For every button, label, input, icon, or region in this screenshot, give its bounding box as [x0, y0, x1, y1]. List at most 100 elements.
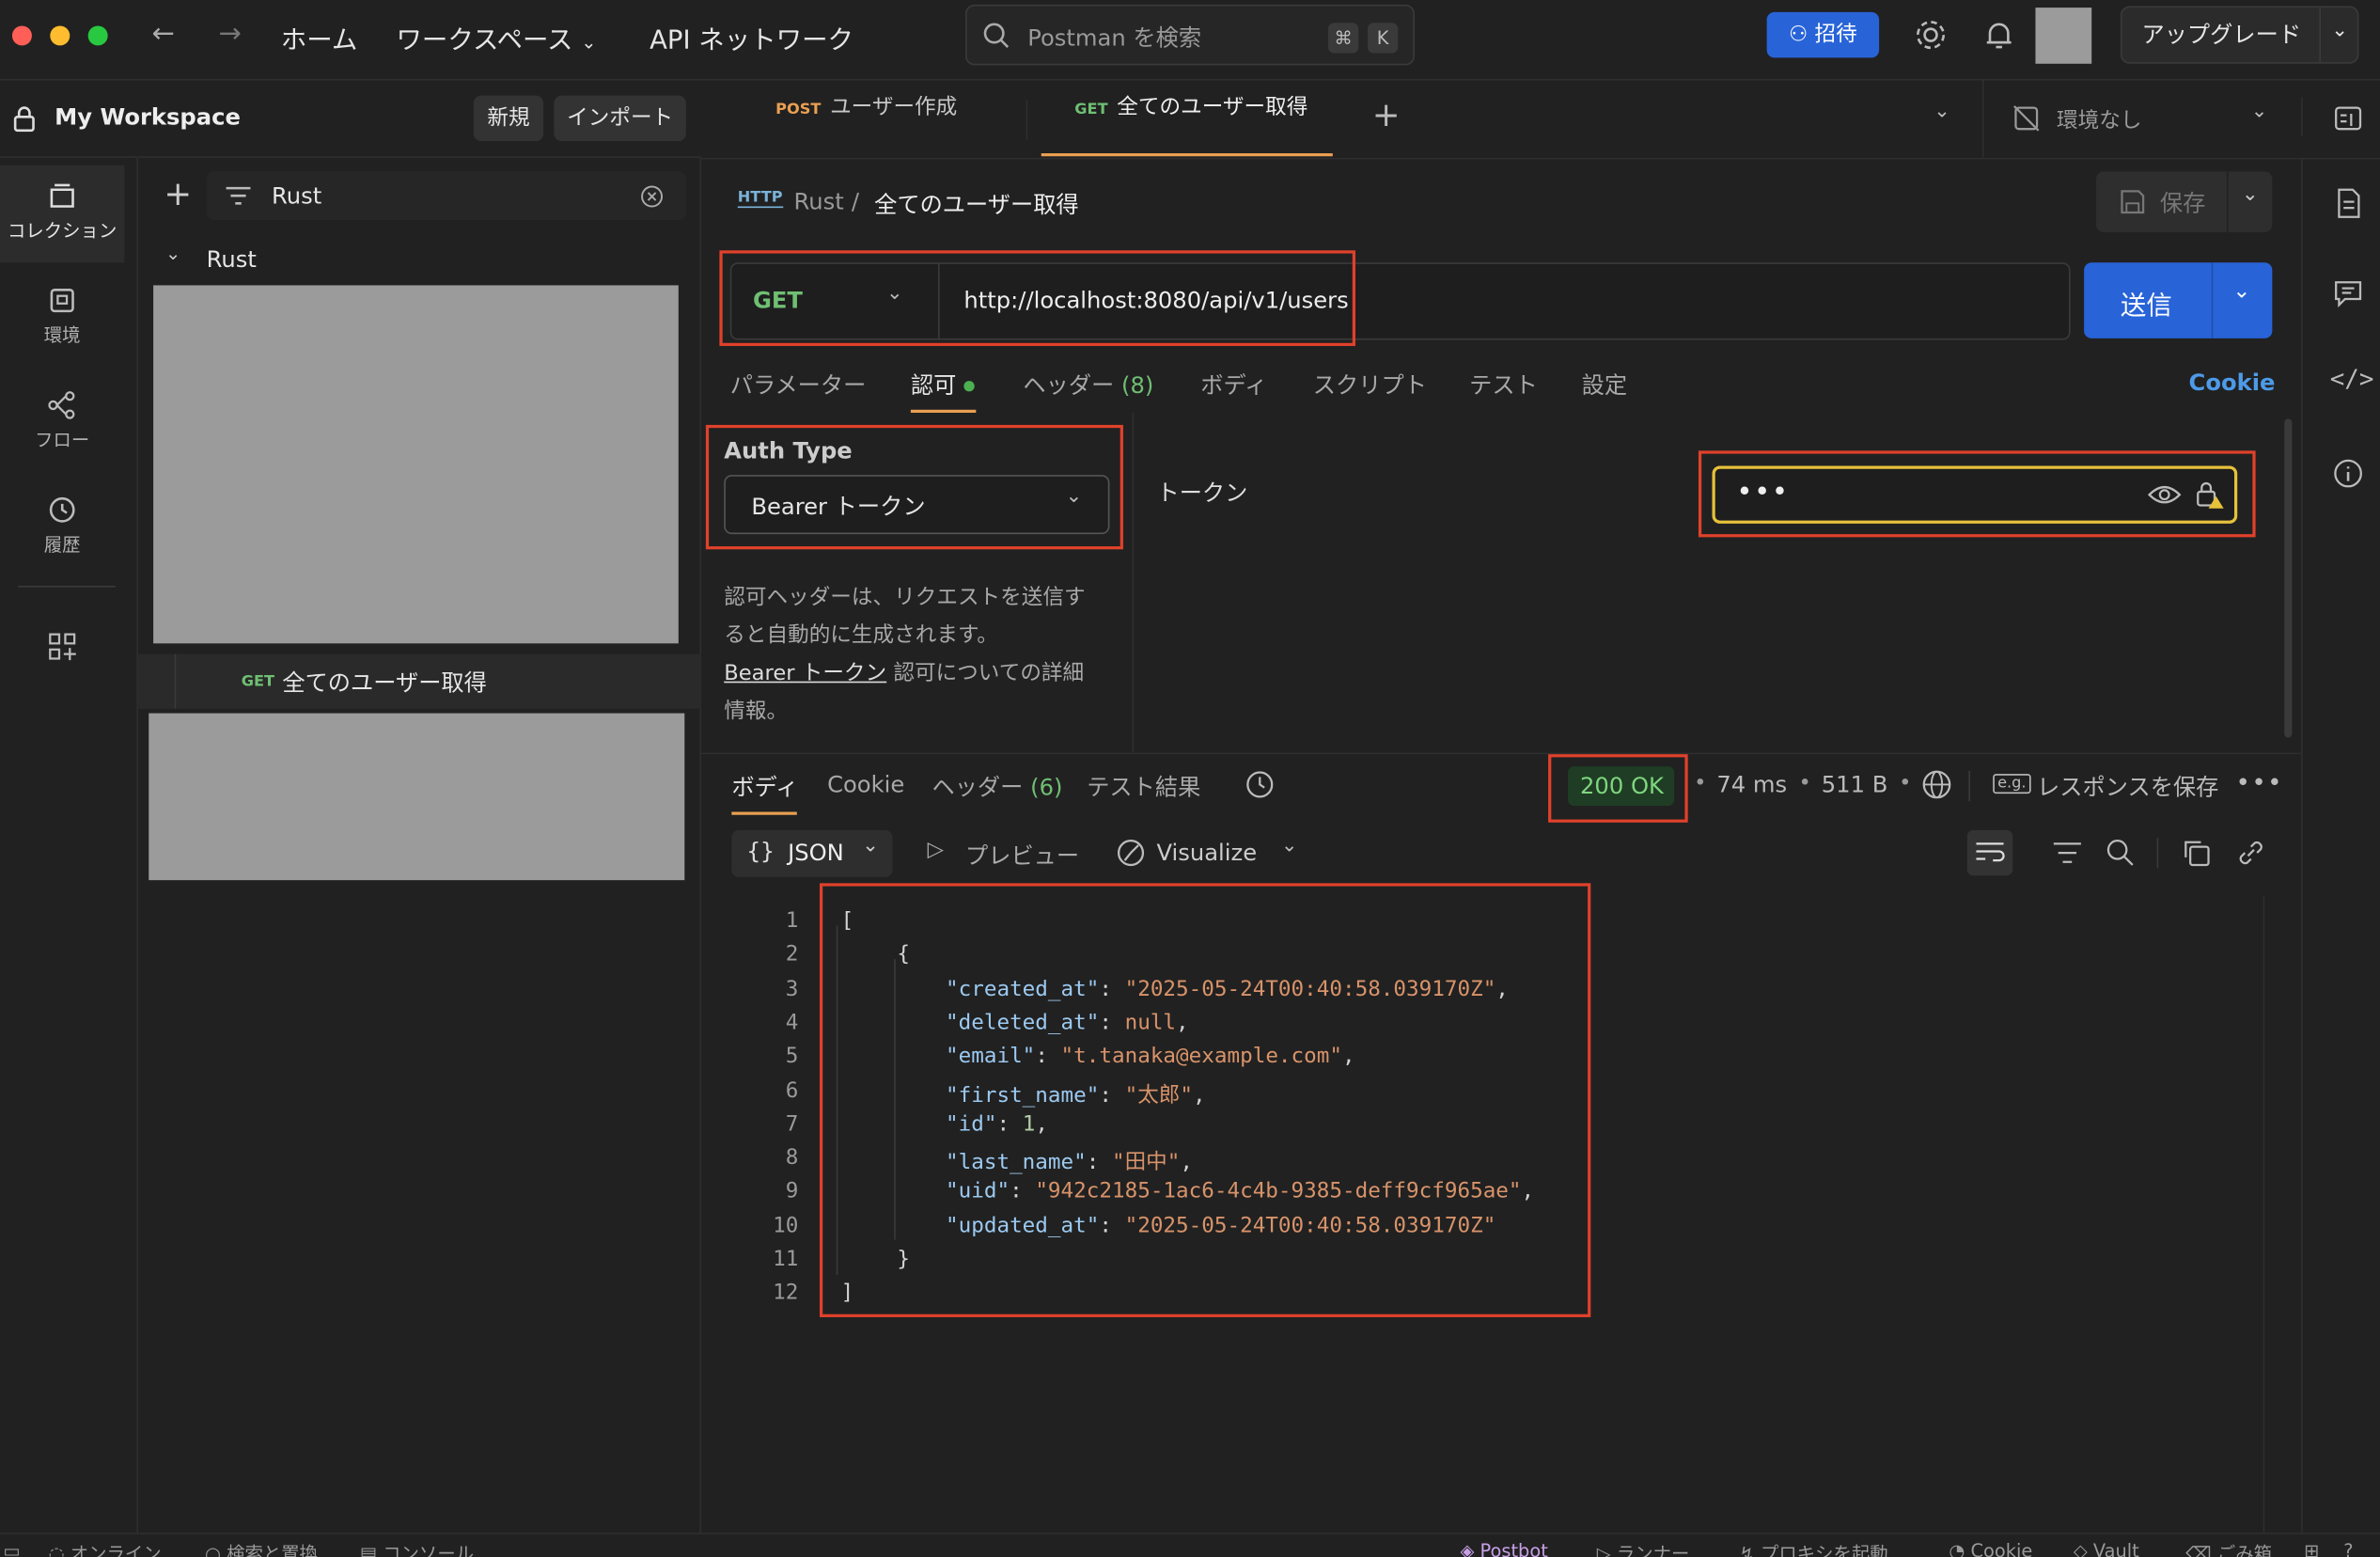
save-icon	[2121, 190, 2145, 214]
response-history-icon[interactable]	[1245, 769, 1275, 799]
format-selector[interactable]: {} JSON ⌄	[731, 829, 893, 877]
status-cookies[interactable]: ◔ Cookie	[1949, 1540, 2032, 1557]
auth-type-select[interactable]: Bearer トークン ⌄	[724, 475, 1110, 535]
globe-icon[interactable]	[1921, 769, 1951, 799]
tab-params[interactable]: パラメーター	[730, 369, 867, 401]
bearer-token-help-link[interactable]: Bearer トークン	[724, 662, 886, 686]
import-button[interactable]: インポート	[554, 95, 686, 142]
chevron-down-icon[interactable]: ⌄	[886, 282, 903, 305]
settings-gear-icon[interactable]	[1914, 18, 1948, 52]
send-button[interactable]: 送信 ⌄	[2084, 262, 2273, 338]
status-proxy[interactable]: ↯ プロキシを起動	[1740, 1540, 1888, 1557]
code-line: "last_name": "田中",	[946, 1146, 1193, 1176]
vault-warning-lock-icon[interactable]	[2195, 480, 2225, 510]
token-label: トークン	[1156, 480, 1248, 508]
chevron-down-icon[interactable]: ⌄	[165, 243, 180, 264]
http-protocol-icon: HTTP	[737, 189, 783, 209]
sidebar-request-item[interactable]: GET 全てのユーザー取得	[137, 653, 702, 709]
save-button[interactable]: 保存 ⌄	[2096, 171, 2273, 232]
collection-name[interactable]: Rust	[207, 245, 257, 273]
status-runner[interactable]: ▷ ランナー	[1597, 1540, 1690, 1557]
response-tab-headers[interactable]: ヘッダー (6)	[932, 771, 1062, 803]
minimize-window-button[interactable]	[50, 25, 70, 46]
chevron-down-icon[interactable]: ⌄	[2232, 279, 2250, 304]
response-body-viewer[interactable]: 1 [2 {3 "created_at": "2025-05-24T00:40:58.…	[701, 888, 2279, 1343]
chevron-down-icon[interactable]: ⌄	[1934, 101, 1950, 123]
sidebar-toggle-icon[interactable]: ▭	[3, 1540, 20, 1557]
cookies-link[interactable]: Cookie	[2189, 369, 2276, 396]
close-window-button[interactable]	[11, 25, 32, 46]
chevron-down-icon[interactable]: ⌄	[2251, 101, 2268, 123]
chevron-down-icon[interactable]: ⌄	[1281, 835, 1298, 857]
zoom-window-button[interactable]	[87, 25, 108, 46]
environment-quicklook-icon[interactable]	[2333, 103, 2363, 134]
rail-collections[interactable]: コレクション	[0, 165, 125, 263]
tab-settings[interactable]: 設定	[1582, 369, 1627, 401]
code-snippet-icon[interactable]: </>	[2330, 364, 2374, 393]
nav-home[interactable]: ホーム	[281, 18, 358, 55]
search-icon[interactable]	[2106, 838, 2136, 868]
nav-workspaces[interactable]: ワークスペース ⌄	[396, 18, 596, 55]
rail-environments[interactable]: 環境	[0, 270, 124, 367]
help-icon[interactable]: ?	[2343, 1540, 2353, 1557]
layout-toggle-icon[interactable]: ⊞	[2304, 1540, 2319, 1557]
chevron-down-icon[interactable]: ⌄	[2242, 183, 2259, 206]
forward-arrow-icon[interactable]: →	[219, 18, 242, 50]
status-online[interactable]: ◌ オンライン	[49, 1540, 162, 1557]
status-console-label: コンソール	[383, 1543, 475, 1557]
filter-icon[interactable]	[2052, 840, 2082, 867]
status-console[interactable]: ▤ コンソール	[360, 1540, 474, 1557]
invite-button[interactable]: ⚇ 招待	[1766, 11, 1880, 58]
status-find-replace[interactable]: ○ 検索と置換	[205, 1540, 318, 1557]
code-line: [	[841, 909, 854, 934]
breadcrumb-collection[interactable]: Rust	[794, 188, 844, 215]
tab-create-user[interactable]: POST ユーザー作成	[775, 91, 957, 152]
tab-get-all-users[interactable]: GET 全てのユーザー取得	[1074, 91, 1307, 152]
tab-tests[interactable]: テスト	[1469, 369, 1538, 401]
eye-icon[interactable]	[2147, 482, 2182, 507]
status-vault[interactable]: ◇ Vault	[2074, 1540, 2139, 1557]
url-input[interactable]: http://localhost:8080/api/v1/users	[963, 287, 1348, 314]
environment-selector[interactable]: 環境なし	[2057, 104, 2141, 134]
tab-scripts[interactable]: スクリプト	[1313, 369, 1427, 401]
new-tab-icon[interactable]: +	[1372, 97, 1401, 134]
copy-icon[interactable]	[2181, 838, 2211, 868]
notification-bell-icon[interactable]	[1982, 18, 2016, 52]
add-apps-icon[interactable]	[47, 631, 77, 661]
preview-button[interactable]: プレビュー	[965, 840, 1079, 872]
save-response-button[interactable]: レスポンスを保存	[2037, 771, 2218, 803]
tab-authorization[interactable]: 認可	[911, 369, 975, 401]
breadcrumb-request[interactable]: 全てのユーザー取得	[874, 188, 1079, 220]
request-pane-scrollbar[interactable]	[2284, 418, 2293, 738]
status-trash[interactable]: ⌫ ごみ箱	[2185, 1540, 2272, 1557]
response-tab-test-results[interactable]: テスト結果	[1087, 771, 1200, 803]
token-input[interactable]: •••	[1712, 465, 2238, 524]
comments-icon[interactable]	[2333, 277, 2363, 308]
add-collection-icon[interactable]: +	[164, 176, 192, 213]
upgrade-button[interactable]: アップグレード ⌄	[2120, 5, 2359, 64]
response-tab-cookies[interactable]: Cookie	[827, 771, 904, 798]
tab-headers[interactable]: ヘッダー (8)	[1023, 369, 1153, 401]
chevron-down-icon[interactable]: ⌄	[2331, 5, 2348, 59]
documentation-icon[interactable]	[2333, 187, 2363, 221]
clear-filter-icon[interactable]	[640, 185, 664, 208]
nav-api-network[interactable]: API ネットワーク	[650, 18, 853, 55]
tab-headers-label: ヘッダー	[1023, 371, 1115, 400]
collection-filter-input[interactable]: Rust	[206, 171, 686, 221]
avatar[interactable]	[2035, 8, 2092, 64]
wrap-lines-button[interactable]	[1966, 829, 2013, 876]
info-icon[interactable]	[2333, 458, 2363, 488]
tab-body[interactable]: ボディ	[1200, 369, 1267, 401]
global-search-input[interactable]: Postman を検索 ⌘ K	[965, 4, 1415, 66]
back-arrow-icon[interactable]: ←	[151, 18, 174, 50]
new-button[interactable]: 新規	[473, 95, 544, 142]
status-postbot[interactable]: ◈ Postbot	[1460, 1540, 1547, 1557]
rail-history[interactable]: 履歴	[0, 480, 124, 576]
link-icon[interactable]	[2236, 838, 2266, 868]
workspace-name[interactable]: My Workspace	[55, 103, 241, 131]
rail-flows[interactable]: フロー	[0, 375, 124, 472]
method-selector[interactable]: GET	[753, 287, 803, 314]
more-options-icon[interactable]: •••	[2236, 768, 2284, 797]
visualize-button[interactable]: Visualize	[1156, 840, 1257, 867]
response-tab-body[interactable]: ボディ	[731, 771, 798, 803]
